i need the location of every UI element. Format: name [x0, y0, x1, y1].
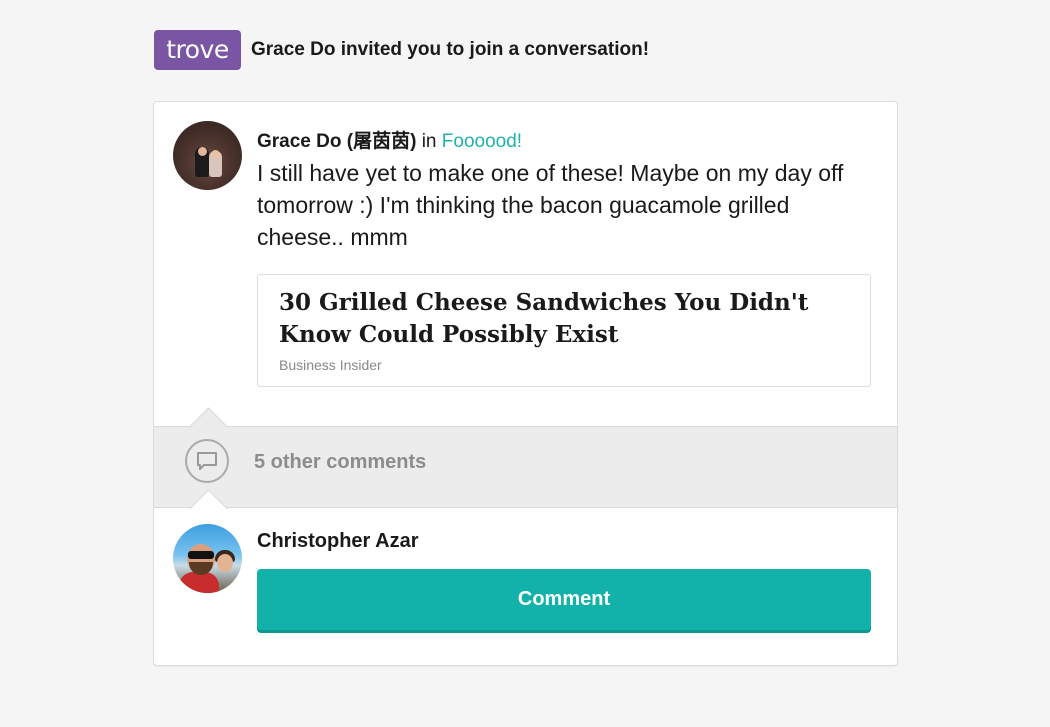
- conversation-card: Grace Do (屠茵茵) in Foooood! I still have …: [153, 101, 898, 666]
- link-source: Business Insider: [279, 357, 382, 373]
- other-comments-bar[interactable]: 5 other comments: [154, 407, 897, 528]
- invite-message: Grace Do invited you to join a conversat…: [251, 39, 650, 60]
- notch-decoration-bottom: [189, 489, 228, 528]
- page-header: trove Grace Do invited you to join a con…: [154, 30, 649, 70]
- link-preview-card[interactable]: 30 Grilled Cheese Sandwiches You Didn't …: [257, 274, 871, 387]
- group-link[interactable]: Foooood!: [442, 131, 522, 152]
- current-user-avatar: [173, 524, 242, 593]
- link-title[interactable]: 30 Grilled Cheese Sandwiches You Didn't …: [279, 287, 839, 351]
- trove-logo[interactable]: trove: [154, 30, 241, 70]
- author-name[interactable]: Grace Do (屠茵茵): [257, 131, 416, 152]
- other-comments-link[interactable]: 5 other comments: [254, 451, 426, 474]
- current-user-name: Christopher Azar: [257, 530, 419, 552]
- author-avatar[interactable]: [173, 121, 242, 190]
- comment-bubble-icon: [185, 439, 229, 483]
- in-label: in: [421, 131, 437, 152]
- post-text: I still have yet to make one of these! M…: [257, 160, 844, 250]
- post-header: Grace Do (屠茵茵) in Foooood!: [257, 126, 522, 153]
- comment-button[interactable]: Comment: [257, 569, 871, 630]
